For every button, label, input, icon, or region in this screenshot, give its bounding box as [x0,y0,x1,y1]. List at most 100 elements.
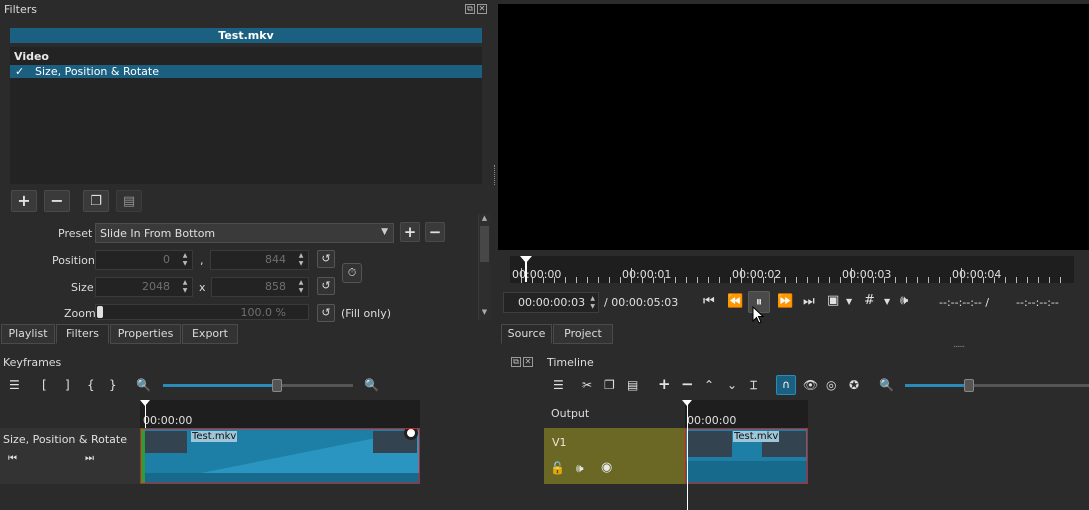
spin-icon[interactable]: ▲ ▼ [180,252,190,268]
snap-button[interactable]: ∩ [776,375,796,395]
timeline-panel-title: Timeline [547,356,594,369]
tab-properties[interactable]: Properties [110,324,181,344]
set-filter-end-button[interactable]: ] [65,378,70,392]
overwrite-icon[interactable]: ⌄ [727,378,737,392]
close-icon[interactable]: ✕ [523,357,533,367]
track-header-v1[interactable]: V1 🔓 🕪 ◉ [544,428,685,484]
size-width-field[interactable]: 2048 ▲ ▼ [95,277,193,297]
current-time-field[interactable]: 00:00:00:03 ▲ ▼ [503,292,599,313]
ripple-all-icon[interactable]: ✪ [849,378,859,392]
splitter-handle[interactable] [494,165,497,185]
spin-icon[interactable]: ▲ ▼ [296,252,306,268]
zoom-out-icon[interactable]: 🔍 [879,378,894,392]
filter-list[interactable]: Video ✓ Size, Position & Rotate [10,47,482,184]
output-label: Output [551,407,590,420]
timeline-empty-area[interactable] [808,400,1089,510]
keyframes-clip-label: Test.mkv [191,431,238,442]
tab-filters[interactable]: Filters [56,324,109,344]
remove-filter-button[interactable]: − [44,190,70,212]
keyframes-track-label-area: Size, Position & Rotate ⏮ ⏭ [0,428,140,484]
position-y-field[interactable]: 844 ▲ ▼ [210,250,309,270]
position-separator: , [200,254,204,267]
spin-icon[interactable]: ▲ ▼ [180,279,190,295]
playhead-marker[interactable] [140,400,150,406]
timeline-clip[interactable]: Test.mkv [685,428,808,484]
timeline-playhead[interactable] [687,400,688,510]
zoom-slider-handle[interactable] [97,306,103,318]
ruler-tick [906,277,907,283]
fast-forward-icon[interactable]: ⏩ [777,295,793,308]
spin-icon[interactable]: ▲ ▼ [590,295,595,311]
remove-icon[interactable]: − [681,375,694,393]
chevron-down-icon[interactable]: ▼ [884,298,890,306]
copy-icon[interactable]: ❐ [604,378,615,392]
delete-preset-button[interactable]: − [425,222,445,242]
scroll-up-icon[interactable]: ▲ [479,214,490,222]
volume-icon[interactable]: 🕪 [900,294,908,307]
fade-ramp [141,429,419,483]
position-x-field[interactable]: 0 ▲ ▼ [95,250,193,270]
keyframes-zoom-slider[interactable] [163,379,353,392]
set-filter-start-button[interactable]: [ [42,378,47,392]
set-fade-out-button[interactable]: } [109,378,117,392]
close-icon[interactable]: ✕ [477,4,487,14]
menu-icon[interactable]: ☰ [9,378,20,392]
size-height-field[interactable]: 858 ▲ ▼ [211,277,309,297]
cut-icon[interactable]: ✂ [582,378,592,392]
mute-icon[interactable]: 🕪 [576,461,584,476]
tab-source[interactable]: Source [501,324,552,344]
spin-icon[interactable]: ▲ ▼ [296,279,306,295]
ripple-icon[interactable]: ◎ [826,378,836,392]
menu-icon[interactable]: ☰ [553,378,564,392]
scrub-icon[interactable]: 👁 [803,378,818,392]
copy-filters-button[interactable]: ❐ [83,190,109,212]
filter-scrollbar[interactable]: ▲ ▼ [478,214,490,320]
reset-position-button[interactable]: ↺ [317,250,335,268]
eye-icon[interactable]: ◉ [601,460,612,475]
grid-icon[interactable]: # [864,294,875,307]
check-icon[interactable]: ✓ [15,65,24,78]
scroll-down-icon[interactable]: ▼ [479,308,490,316]
float-icon[interactable]: ⧉ [511,357,521,367]
reset-zoom-button[interactable]: ↺ [317,304,335,322]
lift-icon[interactable]: ⌃ [704,378,714,392]
timeline-zoom-slider[interactable] [905,379,1089,392]
playhead-marker[interactable] [520,256,532,282]
append-icon[interactable]: + [658,375,671,393]
skip-end-icon[interactable]: ⏭ [803,295,815,308]
slider-handle[interactable] [964,379,974,392]
skip-start-icon[interactable]: ⏮ [703,295,715,308]
slider-handle[interactable] [272,379,282,392]
size-height-value: 858 [265,280,286,293]
video-preview[interactable] [498,4,1089,250]
set-fade-in-button[interactable]: { [87,378,95,392]
keyframes-panel-title: Keyframes [3,356,62,369]
in-point-handle[interactable] [141,429,145,483]
float-icon[interactable]: ⧉ [465,4,475,14]
save-preset-button[interactable]: + [400,222,420,242]
rewind-icon[interactable]: ⏪ [727,295,743,308]
chevron-down-icon[interactable]: ▼ [846,298,852,306]
previous-keyframe-icon[interactable]: ⏮ [8,453,17,464]
zoom-icon[interactable]: ▣ [827,294,839,307]
lock-icon[interactable]: 🔓 [550,461,565,475]
zoom-slider[interactable]: 100.0 % [95,304,309,320]
filter-item-size-position-rotate[interactable]: ✓ Size, Position & Rotate [10,65,482,78]
keyframes-toggle-button[interactable]: ⏱ [342,263,362,283]
splitter-handle[interactable]: ...... [953,340,965,350]
scrollbar-thumb[interactable] [480,226,489,262]
paste-filters-button[interactable]: ▤ [116,190,142,212]
out-point-label: --:--:--:-- [1016,296,1059,309]
next-keyframe-icon[interactable]: ⏭ [85,453,94,464]
add-filter-button[interactable]: + [11,190,37,212]
keyframes-clip[interactable]: Test.mkv [140,428,420,484]
tab-project[interactable]: Project [553,324,613,344]
reset-size-button[interactable]: ↺ [317,277,335,295]
split-icon[interactable]: ⌶ [750,378,757,393]
preset-select[interactable]: Slide In From Bottom ▼ [95,223,394,243]
tab-playlist[interactable]: Playlist [1,324,55,344]
paste-icon[interactable]: ▤ [627,378,638,392]
zoom-out-icon[interactable]: 🔍 [136,378,151,392]
zoom-in-icon[interactable]: 🔍 [364,378,379,392]
tab-export[interactable]: Export [182,324,238,344]
